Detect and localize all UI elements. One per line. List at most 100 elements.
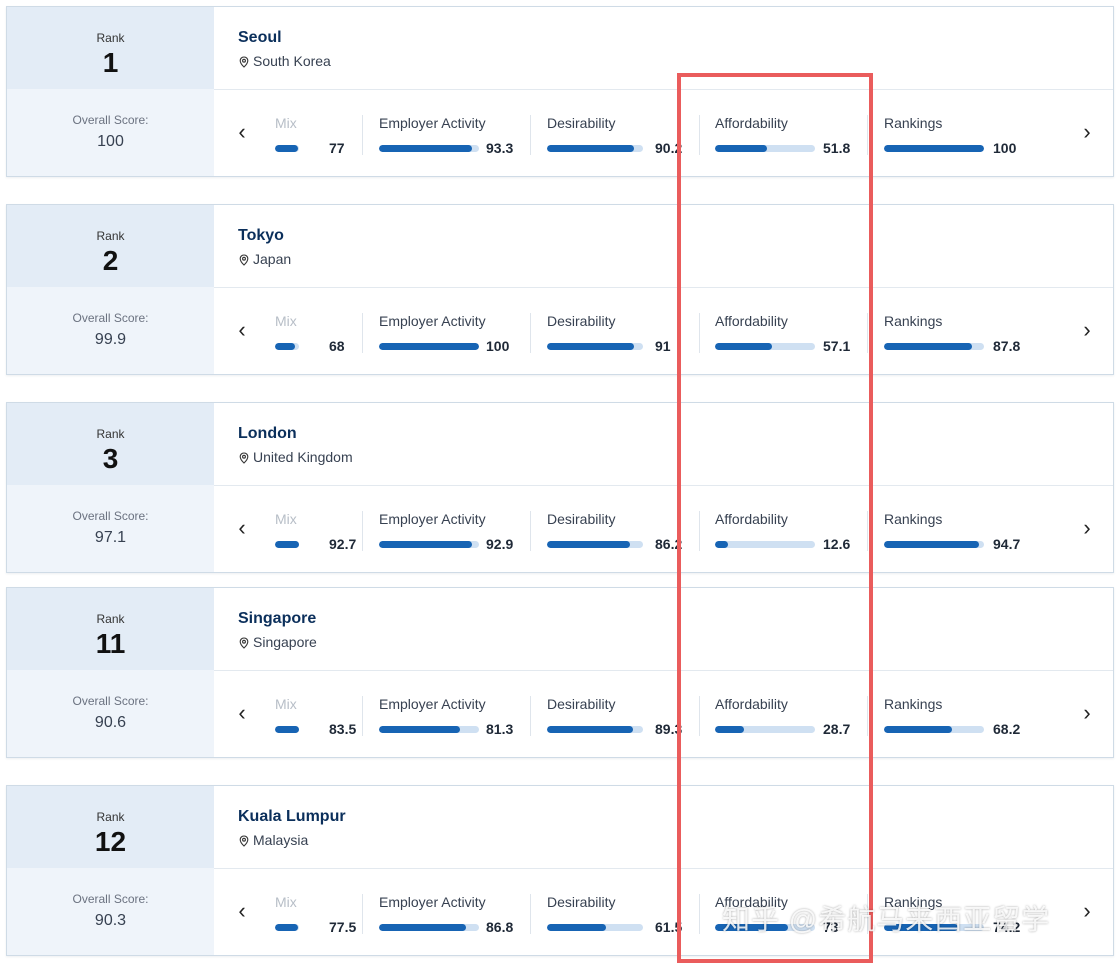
overall-score-box: Overall Score: 90.3 bbox=[7, 868, 214, 955]
metric-value: 92.9 bbox=[486, 536, 514, 552]
country-line: Singapore bbox=[238, 634, 317, 650]
metric-desirability: Desirability 89.3 bbox=[547, 686, 695, 746]
city-card[interactable]: Rank 1 Overall Score: 100 Seoul South Korea ‹ ›… bbox=[6, 6, 1114, 177]
metric-mix: Mix 77 bbox=[275, 105, 369, 165]
metric-bar-fill bbox=[379, 145, 472, 152]
metric-separator bbox=[362, 313, 363, 353]
overall-score-label: Overall Score: bbox=[72, 892, 149, 906]
card-divider bbox=[214, 670, 1113, 671]
metric-label: Affordability bbox=[715, 511, 788, 527]
metric-desirability: Desirability 86.2 bbox=[547, 501, 695, 561]
rank-number: 1 bbox=[102, 47, 119, 78]
rank-box: Rank 2 bbox=[7, 205, 214, 287]
city-card[interactable]: Rank 3 Overall Score: 97.1 London United King… bbox=[6, 402, 1114, 573]
metric-separator bbox=[699, 894, 700, 934]
city-name[interactable]: Seoul bbox=[238, 29, 282, 47]
metric-rankings: Rankings 68.2 bbox=[884, 686, 1033, 746]
metric-bar-fill bbox=[884, 145, 984, 152]
metric-mix: Mix 83.5 bbox=[275, 686, 369, 746]
chevron-right-icon[interactable]: › bbox=[1077, 698, 1097, 728]
chevron-left-icon[interactable]: ‹ bbox=[232, 513, 252, 543]
metric-separator bbox=[362, 511, 363, 551]
metric-label: Employer Activity bbox=[379, 894, 486, 910]
country-name: South Korea bbox=[253, 53, 331, 69]
metric-value: 100 bbox=[486, 338, 510, 354]
metric-affordability: Affordability 12.6 bbox=[715, 501, 863, 561]
metric-bar-fill bbox=[715, 541, 728, 548]
metric-label: Mix bbox=[275, 313, 297, 329]
metric-desirability: Desirability 61.5 bbox=[547, 884, 695, 944]
metric-bar-fill bbox=[547, 145, 634, 152]
card-divider bbox=[214, 485, 1113, 486]
metric-label: Employer Activity bbox=[379, 511, 486, 527]
metric-bar-fill bbox=[715, 726, 744, 733]
metric-bar-track bbox=[547, 726, 643, 733]
chevron-left-icon[interactable]: ‹ bbox=[232, 896, 252, 926]
metric-label: Mix bbox=[275, 696, 297, 712]
metric-bar-track bbox=[547, 343, 643, 350]
rank-label: Rank bbox=[96, 612, 125, 626]
overall-score-label: Overall Score: bbox=[72, 311, 149, 325]
rank-box: Rank 12 bbox=[7, 786, 214, 868]
city-name[interactable]: Kuala Lumpur bbox=[238, 808, 346, 826]
chevron-right-icon[interactable]: › bbox=[1077, 315, 1097, 345]
metric-value: 83.5 bbox=[329, 721, 357, 737]
metric-separator bbox=[699, 696, 700, 736]
overall-score-box: Overall Score: 99.9 bbox=[7, 287, 214, 374]
metric-bar-track bbox=[884, 343, 984, 350]
chevron-left-icon[interactable]: ‹ bbox=[232, 117, 252, 147]
metric-affordability: Affordability 57.1 bbox=[715, 303, 863, 363]
metric-label: Desirability bbox=[547, 511, 616, 527]
metric-separator bbox=[867, 313, 868, 353]
country-line: United Kingdom bbox=[238, 449, 353, 465]
metric-label: Mix bbox=[275, 511, 297, 527]
card-divider bbox=[214, 868, 1113, 869]
metric-bar-track bbox=[547, 145, 643, 152]
city-name[interactable]: Singapore bbox=[238, 610, 316, 628]
metric-separator bbox=[530, 511, 531, 551]
chevron-right-icon[interactable]: › bbox=[1077, 513, 1097, 543]
metric-separator bbox=[530, 313, 531, 353]
metric-label: Rankings bbox=[884, 511, 943, 527]
metric-bar-fill bbox=[379, 726, 460, 733]
metric-label: Desirability bbox=[547, 894, 616, 910]
metric-employer-activity: Employer Activity 93.3 bbox=[379, 105, 526, 165]
metric-value: 77.5 bbox=[329, 919, 357, 935]
city-card[interactable]: Rank 2 Overall Score: 99.9 Tokyo Japan ‹ › Mix 68… bbox=[6, 204, 1114, 375]
metric-bar-track bbox=[379, 726, 479, 733]
metric-value: 51.8 bbox=[823, 140, 851, 156]
metric-bar-track bbox=[715, 145, 815, 152]
rank-label: Rank bbox=[96, 427, 125, 441]
city-card[interactable]: Rank 11 Overall Score: 90.6 Singapore Singapo… bbox=[6, 587, 1114, 758]
country-name: Malaysia bbox=[253, 832, 309, 848]
overall-score-box: Overall Score: 90.6 bbox=[7, 670, 214, 757]
metric-bar-fill bbox=[275, 343, 295, 350]
chevron-left-icon[interactable]: ‹ bbox=[232, 315, 252, 345]
map-pin-icon bbox=[238, 636, 250, 649]
metric-desirability: Desirability 91 bbox=[547, 303, 695, 363]
city-name[interactable]: London bbox=[238, 425, 297, 443]
metric-label: Mix bbox=[275, 894, 297, 910]
metric-value: 81.3 bbox=[486, 721, 514, 737]
metric-label: Employer Activity bbox=[379, 313, 486, 329]
chevron-right-icon[interactable]: › bbox=[1077, 896, 1097, 926]
metric-desirability: Desirability 90.2 bbox=[547, 105, 695, 165]
metric-bar-fill bbox=[275, 924, 298, 931]
metric-value: 90.2 bbox=[655, 140, 683, 156]
metric-separator bbox=[699, 511, 700, 551]
metric-bar-track bbox=[379, 343, 479, 350]
metric-value: 86.8 bbox=[486, 919, 514, 935]
country-name: United Kingdom bbox=[253, 449, 353, 465]
metric-bar-track bbox=[275, 343, 299, 350]
chevron-right-icon[interactable]: › bbox=[1077, 117, 1097, 147]
rank-number: 12 bbox=[94, 826, 127, 857]
metric-bar-fill bbox=[275, 541, 299, 548]
metric-bar-fill bbox=[275, 726, 299, 733]
metric-value: 87.8 bbox=[993, 338, 1021, 354]
metric-bar-fill bbox=[547, 726, 633, 733]
metric-label: Mix bbox=[275, 115, 297, 131]
overall-score-value: 100 bbox=[97, 133, 124, 150]
country-line: Japan bbox=[238, 251, 291, 267]
city-name[interactable]: Tokyo bbox=[238, 227, 284, 245]
chevron-left-icon[interactable]: ‹ bbox=[232, 698, 252, 728]
